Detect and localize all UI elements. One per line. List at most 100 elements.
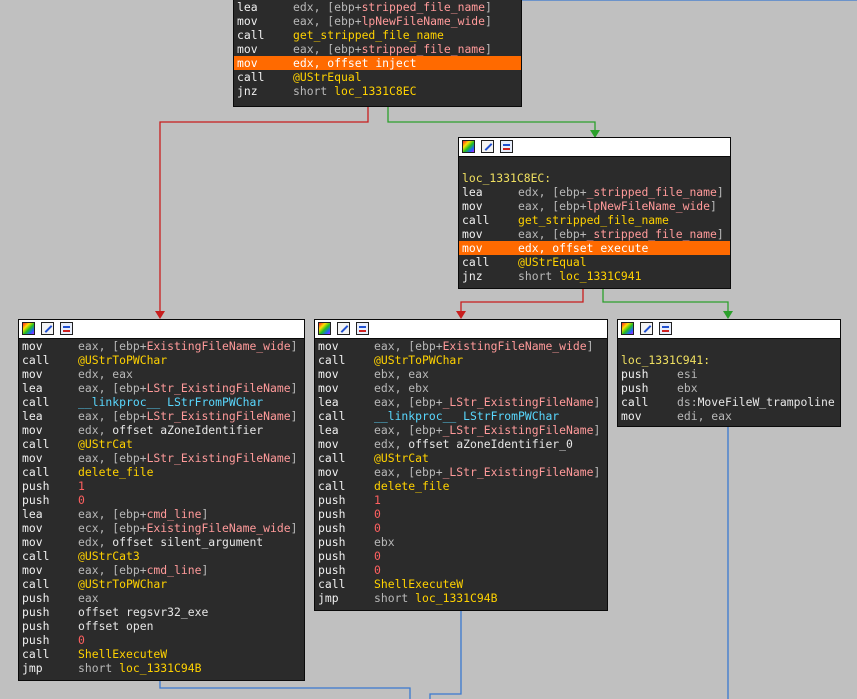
highlighted-instruction[interactable]: mov edx, offset inject — [234, 56, 521, 70]
instruction-line[interactable]: mov edx, offset aZoneIdentifier — [19, 423, 304, 437]
instruction-line[interactable]: call ds:MoveFileW_trampoline — [618, 395, 840, 409]
highlighted-instruction[interactable]: mov edx, offset execute — [459, 241, 730, 255]
operand: @UStrToPWChar — [78, 577, 168, 591]
instruction-line[interactable]: push ebx — [618, 381, 840, 395]
instruction-line[interactable]: call @UStrCat3 — [19, 549, 304, 563]
instruction-line[interactable]: loc_1331C941: — [618, 353, 840, 367]
instruction-line[interactable]: loc_1331C8EC: — [459, 171, 730, 185]
mnemonic: lea — [237, 0, 258, 14]
instruction-line[interactable]: call delete_file — [19, 465, 304, 479]
instruction-line[interactable]: push 0 — [19, 493, 304, 507]
instruction-line[interactable]: call get_stripped_file_name — [459, 213, 730, 227]
operand: ] — [593, 395, 601, 409]
instruction-line[interactable]: jnz short loc_1331C8EC — [234, 84, 521, 98]
instruction-line[interactable]: push 0 — [315, 563, 607, 577]
color-palette-icon[interactable] — [318, 322, 331, 335]
mnemonic: mov — [462, 227, 483, 241]
edit-pencil-icon[interactable] — [41, 322, 54, 335]
graph-view-icon[interactable] — [659, 322, 672, 335]
instruction-line[interactable]: call @UStrToPWChar — [19, 353, 304, 367]
instruction-line[interactable]: mov ebx, eax — [315, 367, 607, 381]
instruction-line[interactable]: call @UStrEqual — [234, 70, 521, 84]
instruction-line[interactable]: lea eax, [ebp+LStr_ExistingFileName] — [19, 409, 304, 423]
code-block-loc-1331c8ec[interactable]: loc_1331C8EC: lea edx, [ebp+_stripped_file… — [458, 137, 731, 289]
instruction-line[interactable]: push 0 — [19, 633, 304, 647]
instruction-line[interactable]: call @UStrEqual — [459, 255, 730, 269]
code-block-loc-1331c941[interactable]: loc_1331C941: push esi push ebx call ds:MoveFi… — [617, 319, 841, 427]
instruction-line[interactable]: call @UStrToPWChar — [315, 353, 607, 367]
instruction-line[interactable]: push esi — [618, 367, 840, 381]
instruction-line[interactable]: mov eax, [ebp+cmd_line] — [19, 563, 304, 577]
code-block-regsvr32-execute[interactable]: mov eax, [ebp+ExistingFileName_wide] call @… — [18, 319, 305, 681]
instruction-line[interactable]: push 0 — [315, 521, 607, 535]
instruction-line[interactable]: lea eax, [ebp+_LStr_ExistingFileName] — [315, 423, 607, 437]
mnemonic: push — [22, 619, 50, 633]
code-block-inject-check[interactable]: lea edx, [ebp+stripped_file_name] mov eax, … — [233, 0, 522, 107]
instruction-line[interactable]: mov eax, [ebp+ExistingFileName_wide] — [19, 339, 304, 353]
instruction-line[interactable]: lea eax, [ebp+LStr_ExistingFileName] — [19, 381, 304, 395]
instruction-line[interactable] — [618, 339, 840, 353]
instruction-line[interactable] — [459, 157, 730, 171]
instruction-line[interactable]: call @UStrCat — [315, 451, 607, 465]
instruction-line[interactable]: lea edx, [ebp+_stripped_file_name] — [459, 185, 730, 199]
instruction-line[interactable]: mov eax, [ebp+lpNewFileName_wide] — [459, 199, 730, 213]
instruction-line[interactable]: mov edx, offset silent_argument — [19, 535, 304, 549]
instruction-line[interactable]: jmp short loc_1331C94B — [19, 661, 304, 675]
color-palette-icon[interactable] — [462, 140, 475, 153]
instruction-line[interactable]: push offset regsvr32_exe — [19, 605, 304, 619]
operand: offset silent_argument — [112, 535, 264, 549]
instruction-line[interactable]: mov edx, offset aZoneIdentifier_0 — [315, 437, 607, 451]
instruction-line[interactable]: mov eax, [ebp+stripped_file_name] — [234, 42, 521, 56]
arrow-head-b3 — [155, 311, 165, 319]
mnemonic: mov — [237, 42, 258, 56]
instruction-line[interactable]: call __linkproc__ LStrFromPWChar — [19, 395, 304, 409]
instruction-line[interactable]: call @UStrCat — [19, 437, 304, 451]
instruction-line[interactable]: push 0 — [315, 549, 607, 563]
operand: ] — [485, 0, 492, 14]
instruction-line[interactable]: mov eax, [ebp+ExistingFileName_wide] — [315, 339, 607, 353]
instruction-line[interactable]: mov edi, eax — [618, 409, 840, 423]
instruction-line[interactable]: jnz short loc_1331C941 — [459, 269, 730, 283]
instruction-line[interactable]: call ShellExecuteW — [315, 577, 607, 591]
instruction-line[interactable]: call __linkproc__ LStrFromPWChar — [315, 409, 607, 423]
instruction-line[interactable]: call @UStrToPWChar — [19, 577, 304, 591]
operand: ] — [710, 199, 717, 213]
mnemonic: push — [318, 493, 346, 507]
instruction-line[interactable]: mov eax, [ebp+_LStr_ExistingFileName] — [315, 465, 607, 479]
instruction-line[interactable]: mov edx, eax — [19, 367, 304, 381]
instruction-line[interactable]: mov ecx, [ebp+ExistingFileName_wide] — [19, 521, 304, 535]
instruction-line[interactable]: call get_stripped_file_name — [234, 28, 521, 42]
color-palette-icon[interactable] — [621, 322, 634, 335]
instruction-line[interactable]: lea eax, [ebp+_LStr_ExistingFileName] — [315, 395, 607, 409]
instruction-line[interactable]: call delete_file — [315, 479, 607, 493]
instruction-line[interactable]: push ebx — [315, 535, 607, 549]
instruction-line[interactable]: mov edx, ebx — [315, 381, 607, 395]
instruction-line[interactable]: mov eax, [ebp+LStr_ExistingFileName] — [19, 451, 304, 465]
instruction-line[interactable]: lea edx, [ebp+stripped_file_name] — [234, 0, 521, 14]
instruction-line[interactable]: push 0 — [315, 507, 607, 521]
mnemonic: mov — [22, 451, 43, 465]
operand: @UStrEqual — [518, 255, 587, 269]
instruction-line[interactable]: push offset open — [19, 619, 304, 633]
operand: loc_1331C94B — [119, 661, 202, 675]
instruction-line[interactable]: call ShellExecuteW — [19, 647, 304, 661]
instruction-line[interactable]: mov eax, [ebp+_stripped_file_name] — [459, 227, 730, 241]
color-palette-icon[interactable] — [22, 322, 35, 335]
mnemonic: call — [621, 395, 649, 409]
instruction-line[interactable]: push 1 — [19, 479, 304, 493]
instruction-line[interactable]: mov eax, [ebp+lpNewFileName_wide] — [234, 14, 521, 28]
operand: @UStrCat — [374, 451, 429, 465]
edit-pencil-icon[interactable] — [640, 322, 653, 335]
instruction-line[interactable]: push eax — [19, 591, 304, 605]
graph-view-icon[interactable] — [356, 322, 369, 335]
code-block-shellexecute[interactable]: mov eax, [ebp+ExistingFileName_wide] call @… — [314, 319, 608, 611]
mnemonic: call — [462, 255, 490, 269]
instruction-line[interactable]: lea eax, [ebp+cmd_line] — [19, 507, 304, 521]
instruction-line[interactable]: jmp short loc_1331C94B — [315, 591, 607, 605]
graph-view-icon[interactable] — [500, 140, 513, 153]
instruction-line[interactable]: push 1 — [315, 493, 607, 507]
graph-view-icon[interactable] — [60, 322, 73, 335]
mnemonic: call — [318, 409, 346, 423]
edit-pencil-icon[interactable] — [481, 140, 494, 153]
edit-pencil-icon[interactable] — [337, 322, 350, 335]
